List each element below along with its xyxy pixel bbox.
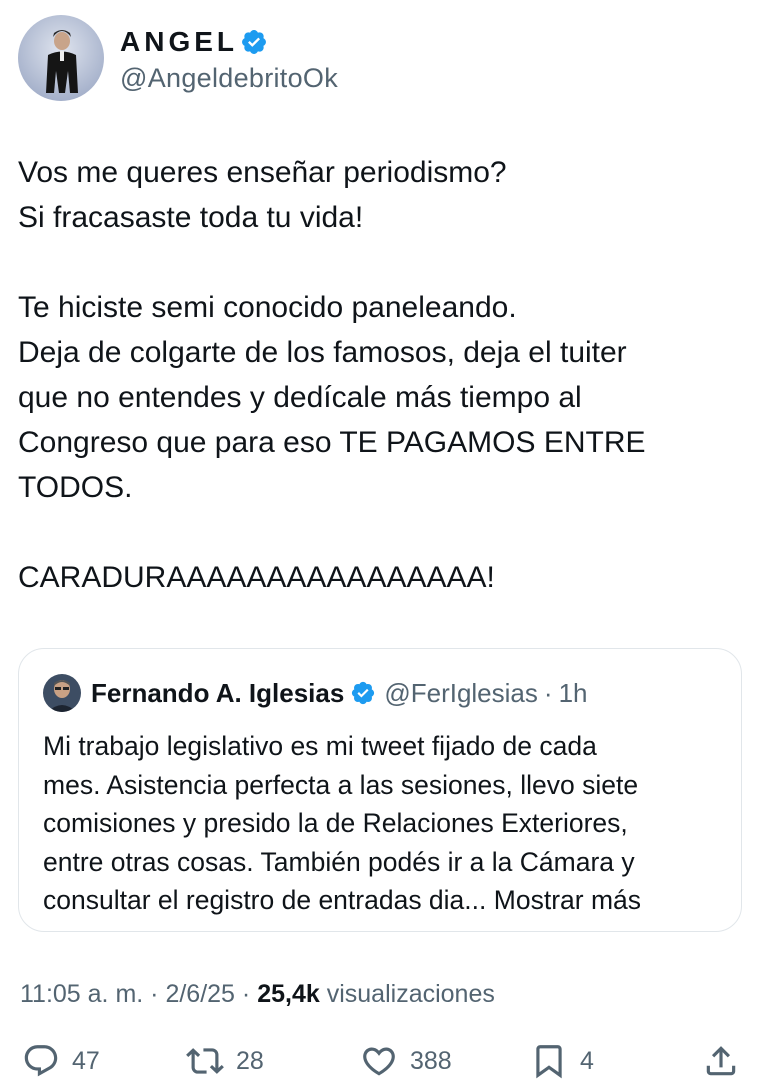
quoted-tweet-time[interactable]: 1h xyxy=(559,678,588,709)
bookmark-icon xyxy=(536,1045,562,1079)
quoted-tweet[interactable]: Fernando A. Iglesias @FerIglesias · 1h M… xyxy=(18,648,742,932)
show-more-link[interactable]: Mostrar más xyxy=(494,885,641,915)
separator-dot: · xyxy=(543,677,553,708)
tweet-date[interactable]: 2/6/25 xyxy=(165,980,235,1008)
tweet-actions-bar: 47 28 388 4 xyxy=(0,1036,760,1086)
tweet-line: Si fracasaste toda tu vida! xyxy=(18,201,364,234)
bookmark-count: 4 xyxy=(580,1046,594,1075)
author-handle[interactable]: @AngeldebritoOk xyxy=(120,63,338,94)
tweet-time[interactable]: 11:05 a. m. xyxy=(20,980,143,1008)
tweet-paragraph: Te hiciste semi conocido paneleando. Dej… xyxy=(18,285,738,510)
tweet-header: ANGEL @AngeldebritoOk xyxy=(18,14,738,102)
quoted-line: Mi trabajo legislativo es mi tweet fijad… xyxy=(43,731,597,761)
reply-button[interactable]: 47 xyxy=(22,1036,100,1086)
quoted-tweet-header: Fernando A. Iglesias @FerIglesias · 1h xyxy=(43,673,587,713)
reply-count: 47 xyxy=(72,1046,100,1075)
quoted-line: entre otras cosas. También podés ir a la… xyxy=(43,846,635,877)
tweet-line: Te hiciste semi conocido paneleando. xyxy=(18,291,517,324)
like-count: 388 xyxy=(410,1046,452,1075)
tweet-paragraph: Vos me queres enseñar periodismo? Si fra… xyxy=(18,150,738,240)
retweet-icon xyxy=(186,1048,224,1074)
tweet-line: Deja de colgarte de los famosos, deja el… xyxy=(18,336,627,369)
separator-dot: · xyxy=(150,980,159,1008)
quoted-author-handle[interactable]: @FerIglesias xyxy=(384,678,538,709)
views-count: 25,4k xyxy=(257,980,320,1008)
bookmark-button[interactable]: 4 xyxy=(530,1036,594,1086)
tweet-line: TODOS. xyxy=(18,471,133,504)
retweet-button[interactable]: 28 xyxy=(186,1036,264,1086)
quoted-author-name[interactable]: Fernando A. Iglesias xyxy=(91,678,344,709)
quoted-line: mes. Asistencia perfecta a las sesiones,… xyxy=(43,769,639,800)
tweet-text: Vos me queres enseñar periodismo? Si fra… xyxy=(18,150,738,600)
quoted-author-avatar[interactable] xyxy=(43,674,81,712)
tweet-line: CARADURAAAAAAAAAAAAAAAA! xyxy=(18,561,495,594)
like-icon xyxy=(363,1047,395,1076)
quoted-line: comisiones y presido la de Relaciones Ex… xyxy=(43,808,628,838)
quoted-tweet-text: Mi trabajo legislativo es mi tweet fijad… xyxy=(43,727,733,920)
author-display-name[interactable]: ANGEL xyxy=(120,26,238,58)
author-avatar[interactable] xyxy=(18,15,104,101)
tweet-line: Vos me queres enseñar periodismo? xyxy=(18,156,507,189)
views-label: visualizaciones xyxy=(326,980,495,1008)
retweet-count: 28 xyxy=(236,1046,264,1075)
tweet-meta: 11:05 a. m. · 2/6/25 · 25,4k visualizaci… xyxy=(20,980,495,1009)
quoted-line: consultar el registro de entradas dia... xyxy=(43,885,487,915)
tweet-paragraph: CARADURAAAAAAAAAAAAAAAA! xyxy=(18,555,738,600)
reply-icon xyxy=(24,1045,58,1077)
tweet-line: Congreso que para eso TE PAGAMOS ENTRE xyxy=(18,426,646,459)
share-icon xyxy=(706,1046,736,1076)
verified-badge-icon xyxy=(242,29,266,54)
like-button[interactable]: 388 xyxy=(360,1036,452,1086)
verified-badge-icon xyxy=(352,681,375,705)
share-button[interactable] xyxy=(702,1036,740,1086)
separator-dot: · xyxy=(241,980,251,1008)
tweet-line: que no entendes y dedícale más tiempo al xyxy=(18,381,582,414)
